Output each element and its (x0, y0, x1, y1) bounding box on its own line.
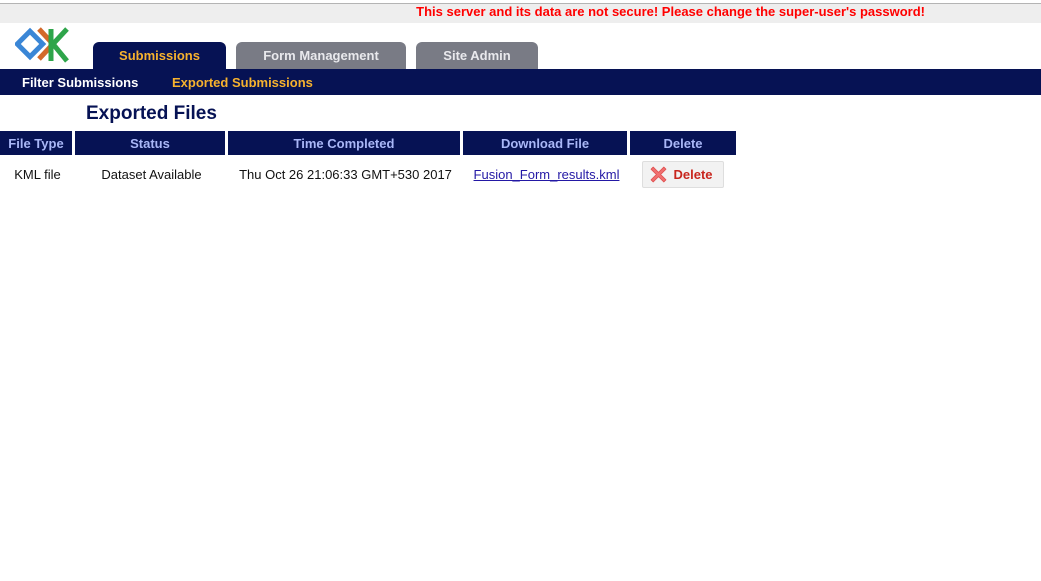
cell-delete: Delete (630, 155, 736, 193)
tab-form-management[interactable]: Form Management (236, 42, 406, 69)
sub-navigation: Filter Submissions Exported Submissions (0, 69, 1041, 95)
subnav-exported-submissions[interactable]: Exported Submissions (172, 69, 313, 96)
delete-button[interactable]: Delete (642, 160, 724, 188)
x-icon (651, 166, 667, 182)
cell-file-type: KML file (14, 166, 61, 182)
odk-logo-icon[interactable] (15, 25, 75, 65)
header-status: Status (75, 131, 228, 155)
table-header-row: File Type Status Time Completed Download… (0, 131, 736, 155)
header-file-type: File Type (0, 131, 75, 155)
header-delete: Delete (630, 131, 736, 155)
header-download-file: Download File (463, 131, 630, 155)
header-time-completed: Time Completed (228, 131, 463, 155)
page-title: Exported Files (86, 103, 217, 124)
download-link[interactable]: Fusion_Form_results.kml (474, 167, 620, 182)
subnav-filter-submissions[interactable]: Filter Submissions (22, 69, 138, 96)
cell-status: Dataset Available (101, 166, 202, 182)
delete-button-label: Delete (673, 166, 713, 182)
table-row: KML file Dataset Available Thu Oct 26 21… (0, 155, 736, 193)
security-warning: This server and its data are not secure!… (416, 4, 925, 19)
tab-submissions[interactable]: Submissions (93, 42, 226, 69)
tab-site-admin[interactable]: Site Admin (416, 42, 538, 69)
cell-time-completed: Thu Oct 26 21:06:33 GMT+530 2017 (239, 166, 452, 182)
cell-download-file: Fusion_Form_results.kml (463, 155, 630, 193)
exported-files-table: File Type Status Time Completed Download… (0, 131, 736, 193)
